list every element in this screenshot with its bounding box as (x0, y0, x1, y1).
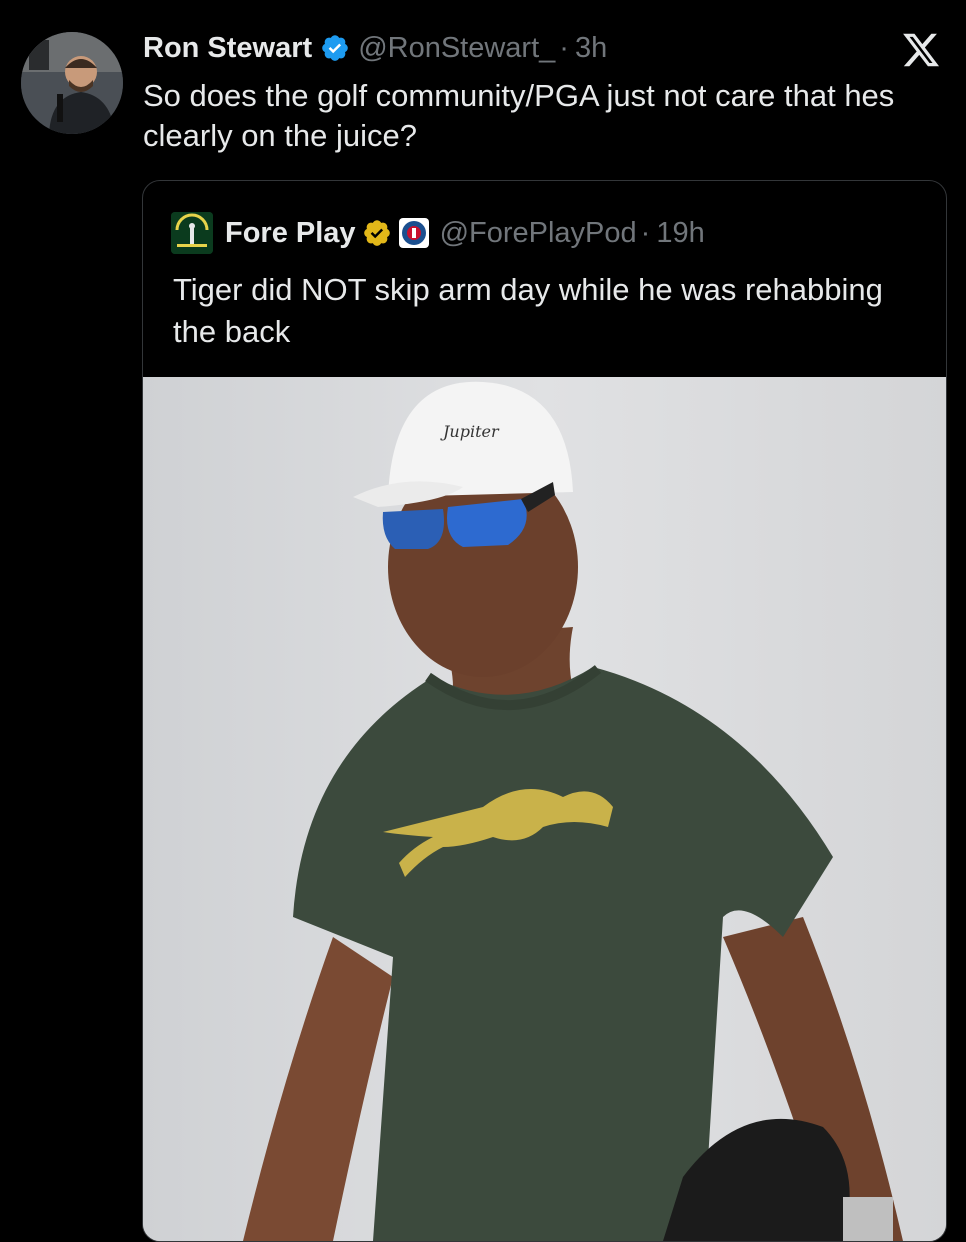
gold-verified-icon (362, 218, 392, 248)
tweet-timestamp[interactable]: 3h (575, 32, 607, 65)
quoted-tweet[interactable]: Fore Play @ForePlayPod · 19h Tiger did N… (142, 180, 947, 1242)
barstool-affiliate-icon[interactable] (398, 217, 430, 249)
quoted-author-handle[interactable]: @ForePlayPod (440, 217, 637, 250)
quoted-tweet-image[interactable]: Jupiter (143, 377, 946, 1241)
tweet[interactable]: Ron Stewart @RonStewart_ · 3h So does th… (0, 0, 966, 1242)
golfer-photo-icon: Jupiter (143, 377, 946, 1241)
quoted-author-name[interactable]: Fore Play (225, 217, 356, 250)
avatar-photo-icon (21, 32, 123, 134)
quoted-separator-dot: · (640, 216, 651, 249)
tweet-header: Ron Stewart @RonStewart_ · 3h (143, 30, 607, 66)
quoted-tweet-timestamp[interactable]: 19h (656, 217, 704, 250)
author-name[interactable]: Ron Stewart (143, 32, 312, 65)
foreplay-logo-icon[interactable] (171, 212, 213, 254)
cap-logo-icon: Jupiter (440, 422, 500, 441)
author-handle[interactable]: @RonStewart_ (358, 32, 555, 65)
tweet-text: So does the golf community/PGA just not … (143, 78, 895, 153)
x-logo-icon (900, 30, 942, 70)
quoted-tweet-text: Tiger did NOT skip arm day while he was … (173, 272, 883, 349)
blue-verified-icon (320, 33, 350, 63)
separator-dot: · (559, 31, 569, 64)
quoted-tweet-header: Fore Play @ForePlayPod · 19h (171, 212, 705, 254)
author-avatar[interactable] (21, 32, 123, 134)
